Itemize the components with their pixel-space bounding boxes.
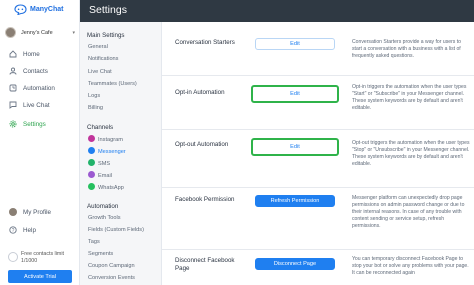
channel-label: Instagram xyxy=(98,136,123,143)
account-switcher[interactable]: Jenny's Cafe ▾ xyxy=(5,26,75,39)
nav-item-label: Contacts xyxy=(23,67,48,75)
submenu-heading-main: Main Settings xyxy=(87,32,125,39)
submenu-item-live-chat[interactable]: Live Chat xyxy=(88,69,112,75)
submenu-item-segments[interactable]: Segments xyxy=(88,251,113,257)
edit-opt-in-automation-button[interactable]: Edit xyxy=(251,85,339,103)
submenu-heading-automation: Automation xyxy=(87,203,119,210)
brand-name: ManyChat xyxy=(30,6,64,13)
channel-instagram[interactable]: Instagram xyxy=(88,135,123,143)
top-header: Settings xyxy=(80,0,474,22)
manychat-logo-icon xyxy=(14,4,27,15)
instagram-icon xyxy=(88,135,95,142)
row-description: Messenger platform can unexpectedly drop… xyxy=(352,195,465,229)
page-title: Settings xyxy=(89,4,127,16)
row-label: Conversation Starters xyxy=(175,39,235,46)
limit-progress-ring xyxy=(8,252,18,262)
settings-content: Conversation Starters Edit Conversation … xyxy=(162,22,474,285)
channel-email[interactable]: Email xyxy=(88,171,112,179)
nav-item-label: Automation xyxy=(23,84,55,92)
nav-item-label: Help xyxy=(23,226,36,234)
contacts-limit: Free contacts limit 1/1000 xyxy=(8,251,64,265)
disconnect-page-button[interactable]: Disconnect Page xyxy=(255,258,335,270)
settings-row-opt-out-automation: Opt-out Automation Edit Opt-out triggers… xyxy=(162,130,474,188)
row-label: Facebook Permission xyxy=(175,196,235,203)
row-description: Opt-out triggers the automation when the… xyxy=(352,140,470,167)
settings-row-facebook-permission: Facebook Permission Refresh Permission M… xyxy=(162,188,474,250)
channel-messenger[interactable]: Messenger xyxy=(88,147,126,155)
nav-item-help[interactable]: ? Help xyxy=(8,224,74,236)
settings-row-conversation-starters: Conversation Starters Edit Conversation … xyxy=(162,22,474,76)
chevron-down-icon: ▾ xyxy=(72,29,75,36)
row-description: You can temporary disconnect Facebook Pa… xyxy=(352,256,469,276)
submenu-item-conversion-events[interactable]: Conversion Events xyxy=(88,275,135,281)
submenu-item-teammates[interactable]: Teammates (Users) xyxy=(88,81,137,87)
nav-item-contacts[interactable]: Contacts xyxy=(8,65,74,77)
submenu-item-notifications[interactable]: Notifications xyxy=(88,56,118,62)
nav-item-label: My Profile xyxy=(23,208,51,216)
row-description: Conversation Starters provide a way for … xyxy=(352,39,461,59)
row-label: Opt-out Automation xyxy=(175,141,229,148)
submenu-item-tags[interactable]: Tags xyxy=(88,239,100,245)
submenu-item-billing[interactable]: Billing xyxy=(88,105,103,111)
channel-label: Messenger xyxy=(98,148,126,155)
submenu-item-coupon-campaign[interactable]: Coupon Campaign xyxy=(88,263,135,269)
edit-conversation-starters-button[interactable]: Edit xyxy=(255,38,335,50)
chat-icon xyxy=(8,101,18,109)
activate-trial-button[interactable]: Activate Trial xyxy=(8,270,72,283)
nav-item-label: Settings xyxy=(23,120,46,128)
nav-item-label: Home xyxy=(23,50,40,58)
email-icon xyxy=(88,171,95,178)
brand[interactable]: ManyChat xyxy=(14,4,63,15)
nav-item-automation[interactable]: Automation xyxy=(8,82,74,94)
settings-row-opt-in-automation: Opt-in Automation Edit Opt-in triggers t… xyxy=(162,76,474,130)
channel-label: Email xyxy=(98,172,112,179)
whatsapp-icon xyxy=(88,183,95,190)
channel-whatsapp[interactable]: WhatsApp xyxy=(88,183,124,191)
account-name: Jenny's Cafe xyxy=(21,29,53,36)
profile-avatar xyxy=(8,208,18,216)
contacts-limit-count: 1/1000 xyxy=(21,258,38,264)
refresh-permission-button[interactable]: Refresh Permission xyxy=(255,195,335,207)
main-sidebar: ManyChat Jenny's Cafe ▾ Home Contacts Au… xyxy=(0,0,80,285)
sms-icon xyxy=(88,159,95,166)
channel-label: WhatsApp xyxy=(98,184,124,191)
svg-text:?: ? xyxy=(12,228,15,234)
submenu-item-growth-tools[interactable]: Growth Tools xyxy=(88,215,121,221)
channel-label: SMS xyxy=(98,160,111,167)
row-label: Disconnect Facebook Page xyxy=(175,257,235,272)
nav-item-label: Live Chat xyxy=(23,101,50,109)
row-description: Opt-in triggers the automation when the … xyxy=(352,84,467,111)
contacts-limit-title: Free contacts limit xyxy=(21,251,64,257)
contacts-icon xyxy=(8,67,18,75)
nav-item-settings[interactable]: Settings xyxy=(8,118,74,130)
help-icon: ? xyxy=(8,226,18,234)
home-icon xyxy=(8,50,18,58)
nav-item-my-profile[interactable]: My Profile xyxy=(8,206,74,218)
nav-item-home[interactable]: Home xyxy=(8,48,74,60)
channel-sms[interactable]: SMS xyxy=(88,159,111,167)
edit-opt-out-automation-button[interactable]: Edit xyxy=(251,138,339,156)
submenu-item-logs[interactable]: Logs xyxy=(88,93,100,99)
settings-row-disconnect-page: Disconnect Facebook Page Disconnect Page… xyxy=(162,250,474,285)
settings-submenu: Main Settings General Notifications Live… xyxy=(80,22,162,285)
nav-item-live-chat[interactable]: Live Chat xyxy=(8,99,74,111)
submenu-heading-channels: Channels xyxy=(87,124,114,131)
messenger-icon xyxy=(88,147,95,154)
automation-icon xyxy=(8,84,18,92)
gear-icon xyxy=(8,120,18,128)
submenu-item-fields[interactable]: Fields (Custom Fields) xyxy=(88,227,144,233)
submenu-item-general[interactable]: General xyxy=(88,44,108,50)
account-avatar xyxy=(5,27,16,38)
row-label: Opt-in Automation xyxy=(175,89,225,96)
